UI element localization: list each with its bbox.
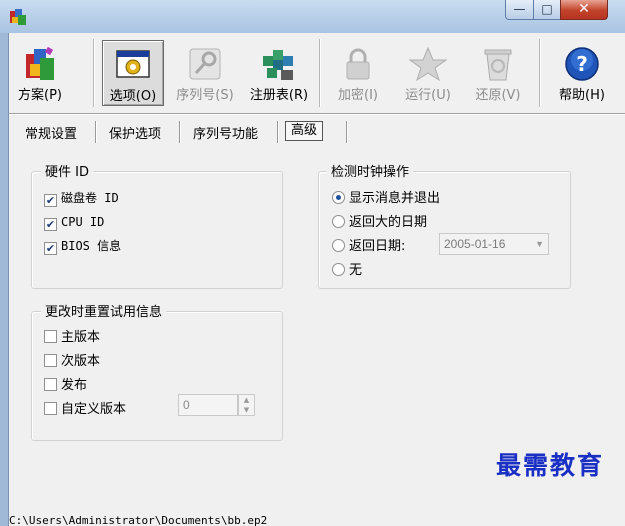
minimize-button[interactable]: — [505, 0, 534, 20]
help-label: 帮助(H) [559, 88, 605, 103]
hardware-id-title: 硬件 ID [41, 161, 93, 180]
checkbox-box [44, 402, 57, 415]
watermark-text: 最需教育 [496, 451, 605, 480]
reset-trial-title: 更改时重置试用信息 [41, 301, 167, 320]
toolbar-separator [93, 39, 94, 107]
star-icon [408, 46, 448, 82]
serial-button[interactable]: 序列号(S) [169, 40, 241, 106]
checkbox-label: 发布 [61, 378, 88, 393]
radio-return-large-date[interactable]: 返回大的日期 [332, 215, 427, 230]
toolbar-separator [319, 39, 320, 107]
status-path: C:\Users\Administrator\Documents\bb.ep2 [9, 515, 268, 526]
options-button[interactable]: 选项(O) [102, 40, 164, 106]
checkbox-box [44, 378, 57, 391]
checkbox-label: 主版本 [61, 330, 101, 345]
radio-return-date[interactable]: 返回日期: [332, 239, 405, 254]
svg-text:?: ? [576, 52, 588, 76]
tab-separator [346, 121, 347, 143]
app-icon [10, 9, 26, 25]
chevron-down-icon: ▼ [535, 239, 544, 249]
return-date-picker[interactable]: 2005-01-16 ▼ [439, 233, 549, 255]
tab-protection[interactable]: 保护选项 [109, 123, 161, 142]
run-label: 运行(U) [405, 88, 451, 103]
checkbox-box: ✔ [44, 218, 57, 231]
registry-icon [263, 50, 293, 80]
registry-label: 注册表(R) [249, 88, 309, 103]
radio-label: 显示消息并退出 [349, 191, 441, 206]
scheme-button[interactable]: 方案(P) [12, 40, 68, 106]
scheme-icon [26, 46, 54, 80]
cpu-id-checkbox[interactable]: ✔ CPU ID [44, 215, 104, 231]
tab-bar: 常规设置 保护选项 序列号功能 高级 [9, 119, 625, 145]
help-button[interactable]: ? 帮助(H) [551, 40, 613, 106]
options-label: 选项(O) [109, 89, 157, 104]
encrypt-button[interactable]: 加密(I) [327, 40, 389, 106]
checkbox-label: 次版本 [61, 354, 101, 369]
key-icon [189, 48, 221, 80]
radio-label: 无 [349, 263, 363, 278]
encrypt-label: 加密(I) [338, 88, 378, 103]
toolbar: 方案(P) 选项(O) 序列号(S) 注册表(R) 加密(I) 运行(U) 还原… [9, 33, 625, 114]
radio-dot [332, 263, 345, 276]
release-checkbox[interactable]: 发布 [44, 378, 87, 393]
radio-show-message-exit[interactable]: 显示消息并退出 [332, 191, 440, 206]
checkbox-box: ✔ [44, 194, 57, 207]
checkbox-label: 磁盘卷 ID [61, 191, 119, 205]
radio-dot [332, 215, 345, 228]
custom-version-input[interactable]: 0 [178, 394, 238, 416]
title-bar: — □ ✕ [0, 0, 625, 33]
checkbox-box [44, 354, 57, 367]
chevron-up-icon[interactable]: ▲ [239, 395, 254, 405]
tab-separator [277, 121, 278, 143]
options-icon [116, 50, 150, 78]
tab-separator [179, 121, 180, 143]
restore-label: 还原(V) [475, 88, 521, 103]
maximize-button[interactable]: □ [533, 0, 561, 20]
custom-version-stepper[interactable]: ▲ ▼ [238, 394, 255, 416]
disk-volume-id-checkbox[interactable]: ✔ 磁盘卷 ID [44, 191, 119, 207]
checkbox-box: ✔ [44, 242, 57, 255]
close-button[interactable]: ✕ [560, 0, 608, 20]
checkbox-label: 自定义版本 [61, 402, 127, 417]
bios-info-checkbox[interactable]: ✔ BIOS 信息 [44, 239, 121, 255]
scheme-label: 方案(P) [18, 88, 62, 103]
clock-check-title: 检测时钟操作 [327, 161, 414, 180]
custom-version-checkbox[interactable]: 自定义版本 [44, 402, 126, 417]
checkbox-box [44, 330, 57, 343]
date-value: 2005-01-16 [444, 237, 506, 251]
registry-button[interactable]: 注册表(R) [243, 40, 315, 106]
chevron-down-icon[interactable]: ▼ [239, 405, 254, 415]
recycle-bin-icon [484, 49, 512, 81]
radio-label: 返回日期: [349, 239, 406, 254]
major-version-checkbox[interactable]: 主版本 [44, 330, 100, 345]
tab-advanced[interactable]: 高级 [285, 121, 324, 141]
tab-serial-function[interactable]: 序列号功能 [193, 123, 258, 142]
tab-separator [95, 121, 96, 143]
tab-general[interactable]: 常规设置 [25, 123, 77, 142]
checkbox-label: BIOS 信息 [61, 239, 122, 253]
radio-dot [332, 239, 345, 252]
radio-label: 返回大的日期 [349, 215, 428, 230]
restore-button[interactable]: 还原(V) [467, 40, 529, 106]
run-button[interactable]: 运行(U) [397, 40, 459, 106]
radio-none[interactable]: 无 [332, 263, 362, 278]
checkbox-label: CPU ID [61, 215, 105, 229]
radio-dot [332, 191, 345, 204]
lock-icon [346, 48, 370, 80]
help-icon: ? [565, 47, 599, 81]
toolbar-separator [539, 39, 540, 107]
serial-label: 序列号(S) [176, 88, 234, 103]
minor-version-checkbox[interactable]: 次版本 [44, 354, 100, 369]
